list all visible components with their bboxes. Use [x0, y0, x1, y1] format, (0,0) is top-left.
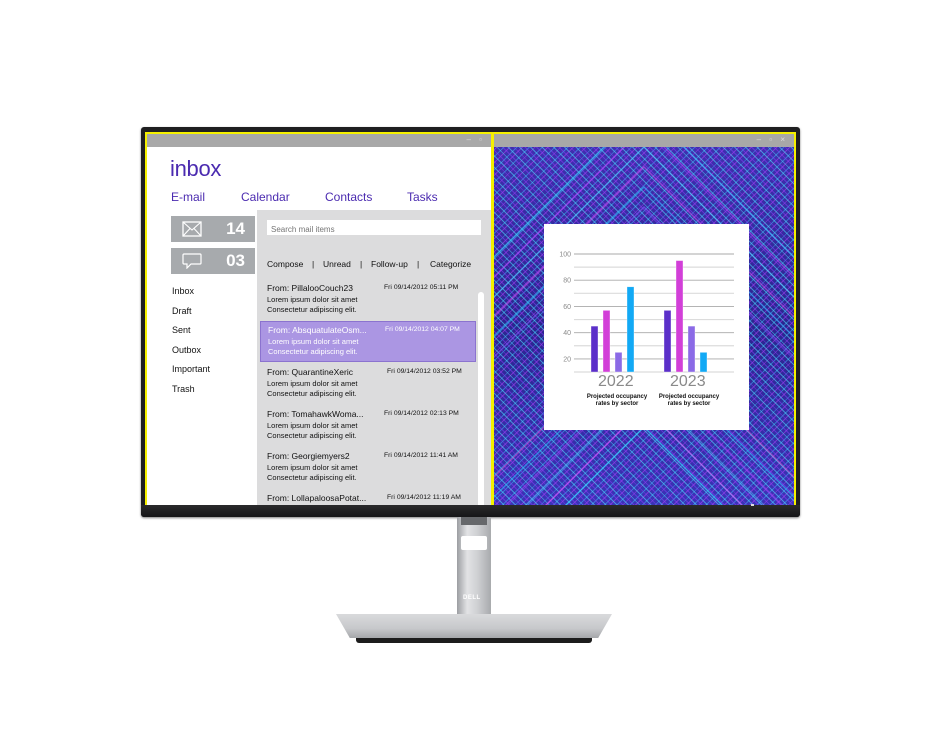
chart-card: 20 40 60 80 100 2022 2023 Projected occupanc… [544, 224, 749, 430]
mail-list-scrollbar[interactable] [478, 292, 484, 507]
mail-item[interactable]: From: TomahawkWoma... Fri 09/14/2012 02:… [260, 406, 476, 444]
bar-2022-sector-4 [626, 286, 635, 373]
folder-trash[interactable]: Trash [172, 384, 210, 404]
category-caption-2023: Projected occupancy rates by sector [658, 394, 720, 407]
bar-2023-sector-3 [687, 325, 696, 373]
bar-2022-sector-2 [602, 310, 611, 373]
mail-preview-line1: Lorem ipsum dolor sit amet [267, 295, 358, 304]
mail-list-panel: Compose | Unread | Follow-up | Categoriz… [257, 210, 491, 507]
unread-mail-count: 14 [226, 219, 245, 238]
power-indicator [751, 504, 754, 506]
nav-email[interactable]: E-mail [171, 190, 205, 204]
base-plate [336, 614, 612, 638]
unread-button[interactable]: Unread [323, 259, 351, 269]
search-input[interactable] [267, 220, 481, 235]
mail-preview-line1: Lorem ipsum dolor sit amet [267, 379, 358, 388]
y-tick-label: 40 [563, 330, 571, 337]
messages-counter[interactable]: 03 [171, 248, 255, 274]
mail-date: Fri 09/14/2012 05:11 PM [384, 284, 459, 291]
mail-sender: From: TomahawkWoma... [267, 409, 364, 419]
mail-preview-line2: Consectetur adipiscing elit. [267, 473, 357, 482]
mail-date: Fri 09/14/2012 11:41 AM [384, 452, 458, 459]
y-tick-label: 20 [563, 356, 571, 363]
mail-window: – ▫ inbox E-mail Calendar Contacts Tasks… [145, 132, 493, 509]
folder-inbox[interactable]: Inbox [172, 286, 210, 306]
mail-sender: From: Georgiemyers2 [267, 451, 350, 461]
folder-sent[interactable]: Sent [172, 325, 210, 345]
mail-preview-line1: Lorem ipsum dolor sit amet [267, 463, 358, 472]
action-separator: | [312, 259, 315, 269]
neck-joint [461, 517, 487, 525]
nav-calendar[interactable]: Calendar [241, 190, 290, 204]
y-tick-label: 100 [559, 252, 571, 259]
category-label-2023: 2023 [670, 373, 706, 390]
chart-window: – ▫ × 20 40 60 80 100 2022 2023 Projecte… [493, 132, 796, 509]
mail-preview-line2: Consectetur adipiscing elit. [267, 305, 357, 314]
action-separator: | [360, 259, 363, 269]
bar-2023-sector-2 [675, 260, 684, 373]
base-feet [356, 638, 592, 643]
mail-window-titlebar[interactable]: – ▫ [147, 134, 491, 147]
bar-2022-sector-1 [590, 325, 599, 373]
chart-window-titlebar[interactable]: – ▫ × [494, 134, 794, 147]
folder-outbox[interactable]: Outbox [172, 345, 210, 365]
compose-button[interactable]: Compose [267, 259, 303, 269]
screen: – ▫ inbox E-mail Calendar Contacts Tasks… [145, 132, 796, 509]
mail-preview-line1: Lorem ipsum dolor sit amet [267, 421, 358, 430]
mail-preview-line2: Consectetur adipiscing elit. [267, 431, 357, 440]
monitor-stand-base [336, 614, 612, 644]
folder-draft[interactable]: Draft [172, 306, 210, 326]
mail-date: Fri 09/14/2012 11:19 AM [387, 494, 461, 501]
category-label-2022: 2022 [598, 373, 634, 390]
messages-count: 03 [226, 251, 245, 270]
monitor: – ▫ inbox E-mail Calendar Contacts Tasks… [141, 127, 800, 517]
envelope-icon [182, 221, 202, 237]
mail-item[interactable]: From: QuarantineXeric Fri 09/14/2012 03:… [260, 364, 476, 402]
category-caption-2022: Projected occupancy rates by sector [586, 394, 648, 407]
mail-preview-line2: Consectetur adipiscing elit. [268, 347, 358, 356]
mail-preview-line2: Consectetur adipiscing elit. [267, 389, 357, 398]
mail-sender: From: PillalooCouch23 [267, 283, 353, 293]
bar-2022-sector-3 [614, 352, 623, 373]
window-controls[interactable]: – ▫ [466, 135, 485, 144]
follow-up-button[interactable]: Follow-up [371, 259, 408, 269]
mail-date: Fri 09/14/2012 04:07 PM [385, 326, 460, 333]
window-controls[interactable]: – ▫ × [757, 135, 788, 144]
mail-item[interactable]: From: PillalooCouch23 Fri 09/14/2012 05:… [260, 280, 476, 318]
app-title: inbox [170, 156, 222, 181]
bar-2023-sector-4 [699, 352, 708, 373]
brand-logo: DELL [463, 595, 481, 601]
cable-management-hole [461, 536, 487, 550]
y-tick-label: 60 [563, 304, 571, 311]
chat-bubble-icon [182, 253, 202, 269]
mail-date: Fri 09/14/2012 03:52 PM [387, 368, 462, 375]
categorize-button[interactable]: Categorize [430, 259, 471, 269]
mail-item[interactable]: From: Georgiemyers2 Fri 09/14/2012 11:41… [260, 448, 476, 486]
mail-item-selected[interactable]: From: AbsquatulateOsm... Fri 09/14/2012 … [260, 321, 476, 362]
mail-sender: From: LollapaloosaPotat... [267, 493, 367, 503]
folder-important[interactable]: Important [172, 364, 210, 384]
folder-list: Inbox Draft Sent Outbox Important Trash [172, 286, 210, 404]
mail-date: Fri 09/14/2012 02:13 PM [384, 410, 459, 417]
y-tick-label: 80 [563, 278, 571, 285]
monitor-bezel-bottom [141, 505, 800, 517]
unread-mail-counter[interactable]: 14 [171, 216, 255, 242]
mail-sender: From: QuarantineXeric [267, 367, 353, 377]
mail-sender: From: AbsquatulateOsm... [268, 325, 367, 335]
action-separator: | [417, 259, 420, 269]
nav-tasks[interactable]: Tasks [407, 190, 438, 204]
bar-2023-sector-1 [663, 310, 672, 373]
mail-preview-line1: Lorem ipsum dolor sit amet [268, 337, 359, 346]
monitor-stand-neck: DELL [457, 517, 491, 627]
nav-contacts[interactable]: Contacts [325, 190, 372, 204]
